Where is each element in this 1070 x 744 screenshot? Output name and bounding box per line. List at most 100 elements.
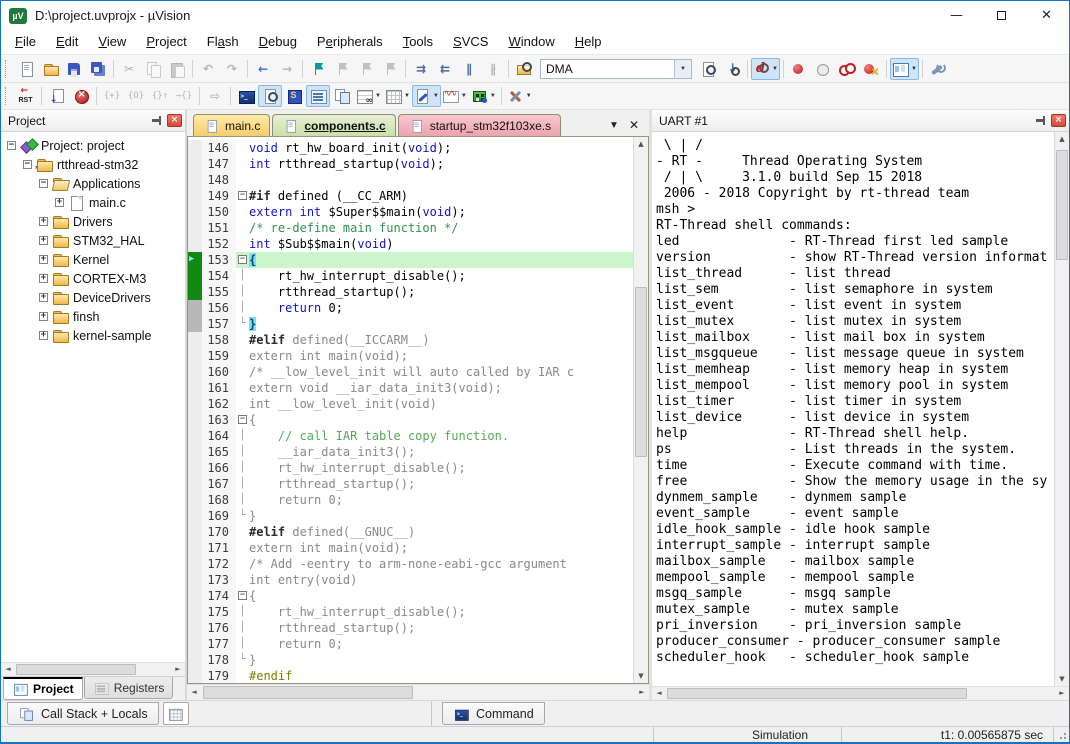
scroll-down-icon[interactable]: ▼ [634, 669, 648, 683]
open-file-button[interactable] [38, 58, 62, 80]
configure-button[interactable] [926, 58, 950, 80]
scroll-down-icon[interactable]: ▼ [1055, 672, 1069, 686]
serial-windows-button[interactable]: ▼ [412, 85, 441, 107]
menu-tools[interactable]: Tools [393, 30, 443, 54]
expand-icon[interactable]: + [39, 274, 48, 283]
tree-item-stm32-hal[interactable]: +STM32_HAL [1, 231, 185, 250]
menu-peripherals[interactable]: Peripherals [307, 30, 393, 54]
tree-item-kernel[interactable]: +Kernel [1, 250, 185, 269]
project-panel-close-icon[interactable] [167, 114, 182, 127]
outdent-button[interactable]: ⇇ [433, 58, 457, 80]
symbols-window-button[interactable] [282, 85, 306, 107]
scroll-up-icon[interactable]: ▲ [1055, 132, 1069, 146]
call-stack-window-button[interactable] [330, 85, 354, 107]
fold-collapse-icon[interactable]: − [236, 188, 249, 204]
expand-icon[interactable]: + [39, 312, 48, 321]
uart-hscrollbar[interactable]: ◄ ► [652, 686, 1069, 700]
redo-button[interactable]: ↷ [220, 58, 244, 80]
close-document-icon[interactable]: ✕ [629, 118, 639, 132]
debug-session-button[interactable]: ▼ [751, 58, 780, 80]
uart-vscrollbar[interactable]: ▲ ▼ [1054, 132, 1069, 686]
previous-bookmark-button[interactable] [330, 58, 354, 80]
scroll-right-icon[interactable]: ► [1055, 687, 1069, 700]
tree-item-kernel-sample[interactable]: +kernel-sample [1, 326, 185, 345]
save-all-button[interactable] [86, 58, 110, 80]
memory-windows-button[interactable]: ▼ [383, 85, 412, 107]
scroll-right-icon[interactable]: ► [635, 685, 649, 698]
window-layout-button[interactable]: ▼ [890, 58, 919, 80]
uart-terminal[interactable]: \ | /- RT - Thread Operating System / | … [652, 132, 1054, 686]
tree-item-devicedrivers[interactable]: +DeviceDrivers [1, 288, 185, 307]
menu-edit[interactable]: Edit [46, 30, 88, 54]
code-area[interactable]: 146void rt_hw_board_init(void);147int rt… [188, 137, 633, 683]
scroll-up-icon[interactable]: ▲ [634, 137, 648, 151]
tree-item-finsh[interactable]: +finsh [1, 307, 185, 326]
fold-collapse-icon[interactable]: − [236, 252, 249, 268]
menu-help[interactable]: Help [565, 30, 612, 54]
scroll-right-icon[interactable]: ► [171, 663, 185, 676]
memory-window-button[interactable] [163, 702, 189, 725]
expand-icon[interactable]: + [39, 331, 48, 340]
menu-view[interactable]: View [88, 30, 136, 54]
comment-button[interactable]: ∥ [457, 58, 481, 80]
find-in-files-button[interactable] [512, 58, 536, 80]
reset-button[interactable] [14, 85, 38, 107]
tab-call-stack-locals[interactable]: Call Stack + Locals [7, 702, 159, 725]
command-window-button[interactable] [234, 85, 258, 107]
editor-tab-main-c[interactable]: main.c [193, 114, 270, 136]
editor-hscrollbar[interactable]: ◄ ► [187, 684, 649, 700]
chevron-down-icon[interactable]: ▼ [674, 60, 691, 78]
incremental-find-button[interactable] [720, 58, 744, 80]
scroll-left-icon[interactable]: ◄ [187, 685, 201, 698]
menu-project[interactable]: Project [136, 30, 196, 54]
show-next-statement-button[interactable]: ⇨ [203, 85, 227, 107]
indent-button[interactable]: ⇉ [409, 58, 433, 80]
maximize-button[interactable] [979, 2, 1024, 30]
expand-icon[interactable]: + [39, 293, 48, 302]
navigate-forward-button[interactable]: → [275, 58, 299, 80]
pin-icon[interactable] [150, 114, 164, 127]
new-file-button[interactable] [14, 58, 38, 80]
cut-button[interactable]: ✂ [117, 58, 141, 80]
clear-bookmarks-button[interactable] [378, 58, 402, 80]
editor-vscrollbar[interactable]: ▲ ▼ [633, 137, 648, 683]
menu-window[interactable]: Window [498, 30, 564, 54]
step-out-button[interactable]: {}↑ [148, 85, 172, 107]
menu-debug[interactable]: Debug [249, 30, 307, 54]
kill-all-breakpoints-button[interactable] [859, 58, 883, 80]
menu-svcs[interactable]: SVCS [443, 30, 498, 54]
tab-command[interactable]: Command [442, 702, 545, 725]
editor-tab-startup-stm32f103xe-s[interactable]: startup_stm32f103xe.s [398, 114, 561, 136]
close-button[interactable]: ✕ [1024, 2, 1069, 30]
run-to-cursor-button[interactable]: →{} [172, 85, 196, 107]
menu-file[interactable]: File [5, 30, 46, 54]
scroll-left-icon[interactable]: ◄ [1, 663, 15, 676]
watch-windows-button[interactable]: ▼ [354, 85, 383, 107]
tree-item-drivers[interactable]: +Drivers [1, 212, 185, 231]
collapse-icon[interactable]: − [7, 141, 16, 150]
run-button[interactable] [45, 85, 69, 107]
insert-breakpoint-button[interactable] [787, 58, 811, 80]
enable-breakpoint-button[interactable] [811, 58, 835, 80]
collapse-icon[interactable]: − [23, 160, 32, 169]
project-tree-hscrollbar[interactable]: ◄ ► [1, 662, 185, 676]
tree-item-applications[interactable]: −Applications [1, 174, 185, 193]
system-viewer-button[interactable]: ▼ [469, 85, 498, 107]
uncomment-button[interactable]: ∦ [481, 58, 505, 80]
copy-button[interactable] [141, 58, 165, 80]
expand-icon[interactable]: + [39, 255, 48, 264]
step-over-button[interactable]: {O} [124, 85, 148, 107]
search-combo[interactable]: DMA▼ [540, 59, 692, 79]
undo-button[interactable]: ↶ [196, 58, 220, 80]
uart-panel-close-icon[interactable] [1051, 114, 1066, 127]
insert-bookmark-button[interactable] [306, 58, 330, 80]
expand-icon[interactable]: + [55, 198, 64, 207]
fold-collapse-icon[interactable]: − [236, 412, 249, 428]
disable-all-breakpoints-button[interactable] [835, 58, 859, 80]
tree-item-main-c[interactable]: +main.c [1, 193, 185, 212]
tree-item-cortex-m3[interactable]: +CORTEX-M3 [1, 269, 185, 288]
minimize-button[interactable]: — [934, 2, 979, 30]
analysis-windows-button[interactable]: ▼ [441, 85, 469, 107]
paste-button[interactable] [165, 58, 189, 80]
toolbox-button[interactable]: ▼ [505, 85, 534, 107]
